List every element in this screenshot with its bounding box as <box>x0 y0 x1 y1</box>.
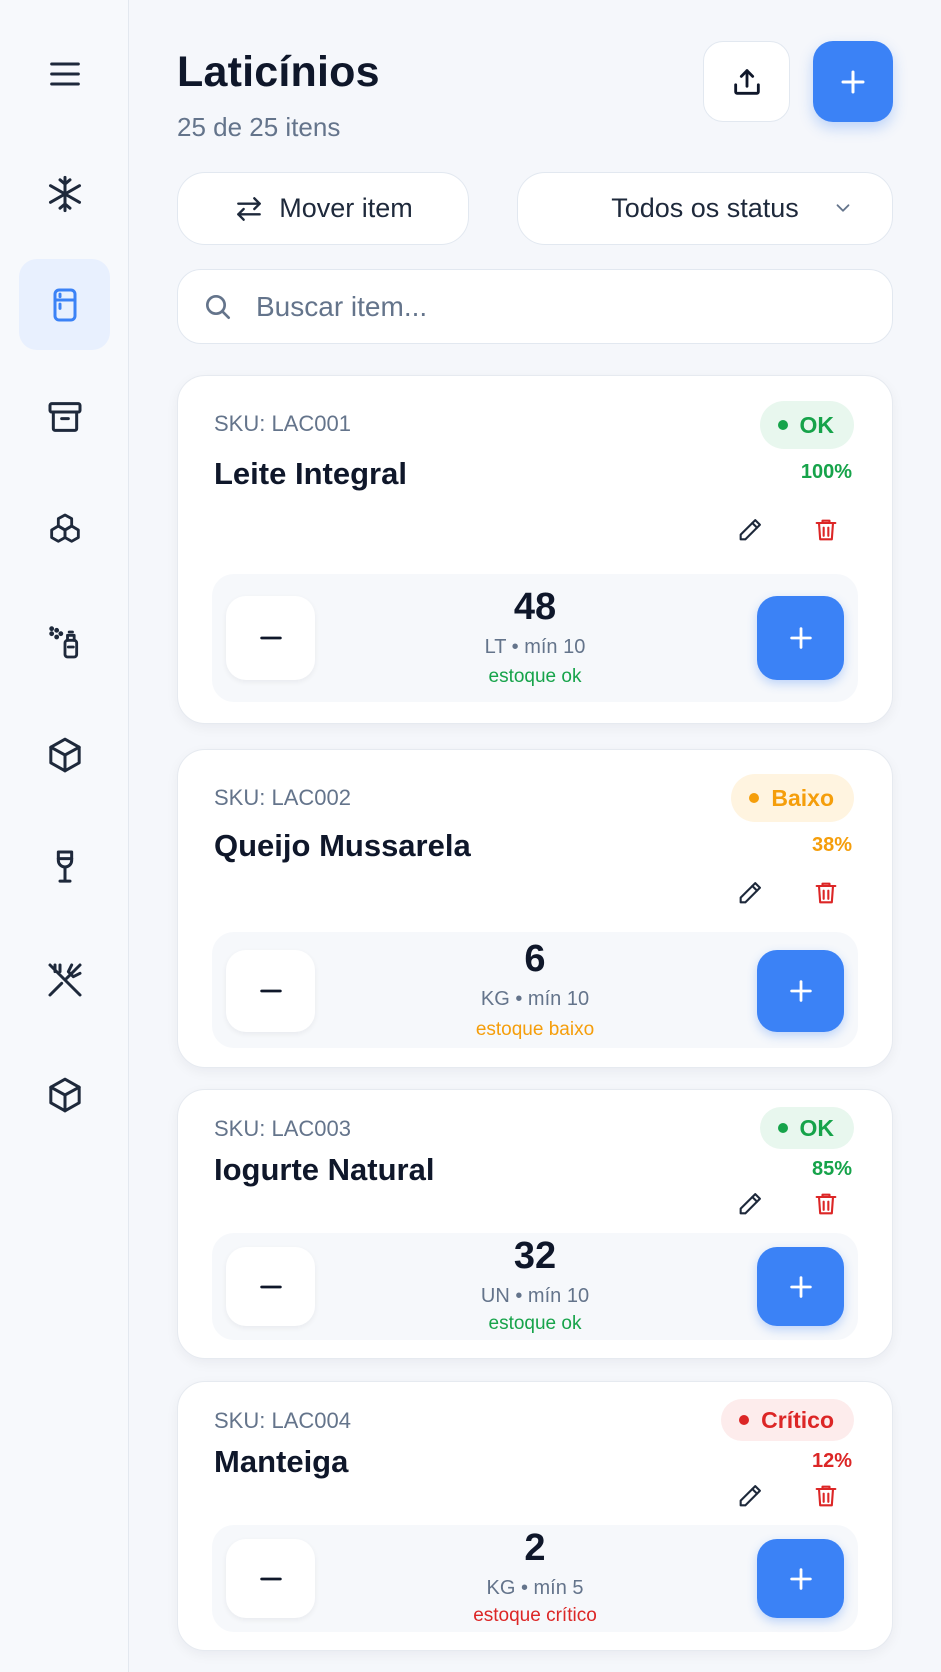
plus-icon <box>789 1275 812 1298</box>
item-card: SKU: LAC003 Iogurte Natural OK 85% 32 UN… <box>177 1089 893 1359</box>
plus-icon <box>789 980 812 1002</box>
package-icon <box>48 1077 81 1112</box>
fridge-icon <box>53 288 76 321</box>
upload-icon <box>733 68 760 95</box>
sidebar-item-drinks[interactable] <box>19 821 110 912</box>
item-name: Iogurte Natural <box>214 1152 435 1187</box>
edit-button[interactable] <box>732 875 768 911</box>
move-item-button[interactable]: Mover item <box>177 172 469 245</box>
item-sku: SKU: LAC001 <box>214 411 351 436</box>
status-filter-value: Todos os status <box>611 193 799 223</box>
status-label: OK <box>799 1114 835 1141</box>
increase-button[interactable] <box>757 950 844 1032</box>
search-bar <box>177 269 893 344</box>
item-name: Manteiga <box>214 1444 349 1479</box>
status-filter-select[interactable]: Todos os status <box>517 172 893 245</box>
status-label: OK <box>799 411 835 438</box>
plus-icon <box>789 1567 812 1590</box>
archive-box-icon <box>48 401 81 432</box>
item-name: Queijo Mussarela <box>214 828 471 863</box>
boxes-icon <box>49 513 80 543</box>
search-input[interactable] <box>256 284 866 330</box>
trash-icon <box>815 1485 837 1507</box>
quantity-stepper: 6 KG • mín 10 estoque baixo <box>212 932 858 1048</box>
edit-button[interactable] <box>732 1186 768 1222</box>
delete-button[interactable] <box>808 875 844 911</box>
trash-icon <box>815 1193 837 1215</box>
menu-icon <box>49 62 80 85</box>
status-badge: OK <box>759 401 854 449</box>
edit-button[interactable] <box>732 1478 768 1514</box>
status-badge: Baixo <box>731 774 854 822</box>
item-count: 25 de 25 itens <box>177 112 341 142</box>
increase-button[interactable] <box>757 1247 844 1326</box>
sidebar <box>0 0 129 1672</box>
sidebar-item-freezer[interactable] <box>19 148 110 239</box>
item-sku: SKU: LAC003 <box>214 1116 351 1141</box>
snowflake-icon <box>48 175 81 212</box>
swap-arrows-icon <box>237 196 262 221</box>
item-sku: SKU: LAC002 <box>214 785 351 810</box>
plus-icon <box>841 70 865 93</box>
utensils-crossed-icon <box>48 963 81 996</box>
sidebar-item-kitchen[interactable] <box>19 934 110 1025</box>
package-icon <box>48 737 81 772</box>
chevron-down-icon <box>836 204 850 212</box>
status-label: Crítico <box>761 1406 834 1433</box>
add-item-button[interactable] <box>813 41 893 122</box>
wine-glass-icon <box>56 850 73 883</box>
status-badge: OK <box>759 1107 854 1149</box>
sidebar-item-storage[interactable] <box>19 371 110 462</box>
delete-button[interactable] <box>808 1478 844 1514</box>
main-content: Laticínios 25 de 25 itens Mover item Tod… <box>129 0 941 1672</box>
item-card: SKU: LAC002 Queijo Mussarela Baixo 38% 6… <box>177 749 893 1068</box>
increase-button[interactable] <box>757 1539 844 1618</box>
quantity-stepper: 48 LT • mín 10 estoque ok <box>212 574 858 702</box>
quantity-stepper: 32 UN • mín 10 estoque ok <box>212 1233 858 1340</box>
quantity-stepper: 2 KG • mín 5 estoque crítico <box>212 1525 858 1632</box>
page-title: Laticínios <box>177 48 380 96</box>
sidebar-item-fridge[interactable] <box>19 259 110 350</box>
delete-button[interactable] <box>808 1186 844 1222</box>
item-card: SKU: LAC001 Leite Integral OK 100% 48 LT… <box>177 375 893 724</box>
plus-icon <box>789 627 812 649</box>
stock-percent: 38% <box>811 834 852 856</box>
stock-percent: 12% <box>811 1450 852 1472</box>
status-badge: Crítico <box>721 1399 854 1441</box>
status-label: Baixo <box>771 784 834 811</box>
item-sku: SKU: LAC004 <box>214 1408 351 1433</box>
pencil-icon <box>739 1485 761 1507</box>
pencil-icon <box>739 519 761 541</box>
export-button[interactable] <box>703 41 790 122</box>
sidebar-item-packages[interactable] <box>19 709 110 800</box>
item-card: SKU: LAC004 Manteiga Crítico 12% 2 KG • … <box>177 1381 893 1651</box>
pencil-icon <box>739 882 761 904</box>
sidebar-item-cleaning[interactable] <box>19 596 110 687</box>
trash-icon <box>815 519 837 541</box>
menu-button[interactable] <box>19 28 110 119</box>
search-icon <box>206 295 230 319</box>
edit-button[interactable] <box>732 512 768 548</box>
pencil-icon <box>739 1193 761 1215</box>
move-item-label: Mover item <box>279 193 413 223</box>
item-name: Leite Integral <box>214 456 407 491</box>
stock-percent: 100% <box>800 461 852 483</box>
increase-button[interactable] <box>757 596 844 680</box>
spray-bottle-icon <box>48 625 78 658</box>
sidebar-item-stock[interactable] <box>19 484 110 575</box>
sidebar-item-packages-2[interactable] <box>19 1049 110 1140</box>
delete-button[interactable] <box>808 512 844 548</box>
trash-icon <box>815 882 837 904</box>
stock-percent: 85% <box>811 1158 852 1180</box>
